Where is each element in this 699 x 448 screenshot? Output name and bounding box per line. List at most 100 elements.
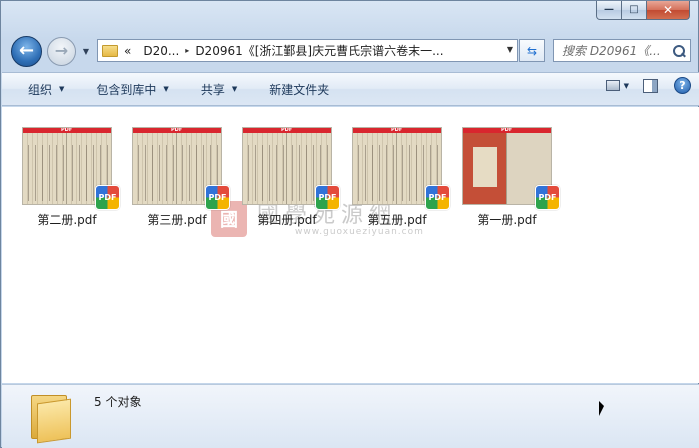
new-folder-label: 新建文件夹 [269, 82, 330, 97]
cover-title-label [473, 147, 497, 187]
file-item[interactable]: PDF PDF 第三册.pdf [122, 127, 232, 228]
breadcrumb-current[interactable]: D20961《[浙江鄞县]庆元曹氏宗谱六卷末一... [189, 42, 449, 59]
pdf-icon: PDF [95, 185, 120, 210]
file-item[interactable]: PDF PDF 第二册.pdf [12, 127, 122, 228]
details-pane: 5 个对象 [2, 384, 699, 448]
text-column [56, 145, 57, 201]
watermark-url: www.guoxueziyuan.com [295, 227, 424, 237]
text-column [276, 145, 277, 201]
text-column [292, 145, 293, 201]
text-column [173, 145, 174, 201]
view-controls: ▼ ? [605, 77, 691, 94]
address-bar[interactable]: « D20... ▸ D20961《[浙江鄞县]庆元曹氏宗谱六卷末一... ▼ [97, 39, 518, 62]
text-column [393, 145, 394, 201]
file-name: 第四册.pdf [257, 213, 317, 227]
file-name: 第一册.pdf [477, 213, 537, 227]
arrow-left-icon: ← [18, 39, 35, 61]
text-column [159, 145, 160, 201]
folder-icon [102, 44, 118, 57]
file-name: 第三册.pdf [147, 213, 207, 227]
text-column [313, 145, 314, 201]
text-column [35, 145, 36, 201]
breadcrumb-parent[interactable]: D20... [137, 44, 185, 58]
text-column [372, 145, 373, 201]
text-column [196, 145, 197, 201]
text-column [306, 145, 307, 201]
include-in-library-label: 包含到库中 [96, 82, 157, 97]
file-item[interactable]: PDF PDF 第四册.pdf [232, 127, 342, 228]
view-options-dropdown-icon[interactable]: ▼ [624, 82, 629, 90]
new-folder-button[interactable]: 新建文件夹 [259, 76, 339, 102]
close-button[interactable]: ✕ [647, 1, 690, 20]
pdf-icon: PDF [535, 185, 560, 210]
text-column [203, 145, 204, 201]
text-column [283, 145, 284, 201]
thumbnail-page-left [133, 133, 177, 204]
text-column [189, 145, 190, 201]
text-column [299, 145, 300, 201]
chevron-down-icon: ▼ [59, 85, 65, 93]
breadcrumb-overflow[interactable]: « [118, 44, 137, 58]
file-name: 第五册.pdf [367, 213, 427, 227]
preview-pane-icon[interactable] [643, 78, 658, 93]
file-item[interactable]: PDF PDF 第五册.pdf [342, 127, 452, 228]
text-column [152, 145, 153, 201]
text-column [28, 145, 29, 201]
refresh-button[interactable]: ⇆ [519, 39, 545, 62]
file-item[interactable]: PDF PDF 第一册.pdf [452, 127, 562, 228]
minimize-icon: — [604, 4, 614, 15]
command-bar: 组织 ▼ 包含到库中 ▼ 共享 ▼ 新建文件夹 ▼ ? [2, 72, 699, 106]
share-label: 共享 [200, 82, 225, 97]
minimize-button[interactable]: — [596, 1, 622, 20]
caption-buttons: — □ ✕ [596, 1, 690, 20]
file-list: 國 國學苑源網 www.guoxueziyuan.com PDF PDF 第二册… [2, 107, 699, 383]
text-column [63, 145, 64, 201]
forward-button[interactable]: → [47, 37, 76, 66]
chevron-down-icon: ▼ [163, 85, 169, 93]
maximize-button[interactable]: □ [622, 1, 647, 20]
text-column [262, 145, 263, 201]
thumbnail-page-left [463, 133, 507, 204]
change-view-icon[interactable] [605, 80, 620, 91]
refresh-icon: ⇆ [526, 43, 538, 58]
close-icon: ✕ [662, 3, 674, 17]
text-column [93, 145, 94, 201]
text-column [379, 145, 380, 201]
text-column [248, 145, 249, 201]
include-in-library-menu[interactable]: 包含到库中 ▼ [86, 76, 178, 102]
text-column [79, 145, 80, 201]
text-column [49, 145, 50, 201]
organize-label: 组织 [28, 82, 53, 97]
pdf-icon: PDF [205, 185, 230, 210]
text-column [365, 145, 366, 201]
recent-pages-dropdown[interactable]: ▼ [81, 46, 91, 56]
item-count: 5 个对象 [94, 395, 142, 409]
explorer-window: — □ ✕ ← → ▼ « D20... ▸ D20961《[浙江鄞县]庆元曹氏… [0, 0, 699, 448]
folder-icon [29, 393, 73, 444]
help-icon[interactable]: ? [674, 77, 691, 94]
maximize-icon: □ [629, 4, 639, 15]
file-name: 第二册.pdf [37, 213, 97, 227]
text-column [255, 145, 256, 201]
mouse-cursor-icon [599, 401, 604, 416]
arrow-right-icon: → [54, 40, 69, 60]
search-icon[interactable] [672, 44, 686, 58]
thumbnail-page-left [353, 133, 397, 204]
text-column [269, 145, 270, 201]
text-column [402, 145, 403, 201]
search-input[interactable] [554, 43, 672, 58]
share-menu[interactable]: 共享 ▼ [191, 76, 247, 102]
text-column [409, 145, 410, 201]
text-column [182, 145, 183, 201]
text-column [416, 145, 417, 201]
thumbnail-page-left [243, 133, 287, 204]
address-dropdown-icon[interactable]: ▼ [507, 45, 513, 54]
text-column [86, 145, 87, 201]
organize-menu[interactable]: 组织 ▼ [18, 76, 74, 102]
text-column [166, 145, 167, 201]
text-column [138, 145, 139, 201]
pdf-icon: PDF [315, 185, 340, 210]
back-button[interactable]: ← [11, 36, 42, 67]
search-box[interactable] [553, 39, 691, 62]
folder-front [37, 398, 71, 444]
